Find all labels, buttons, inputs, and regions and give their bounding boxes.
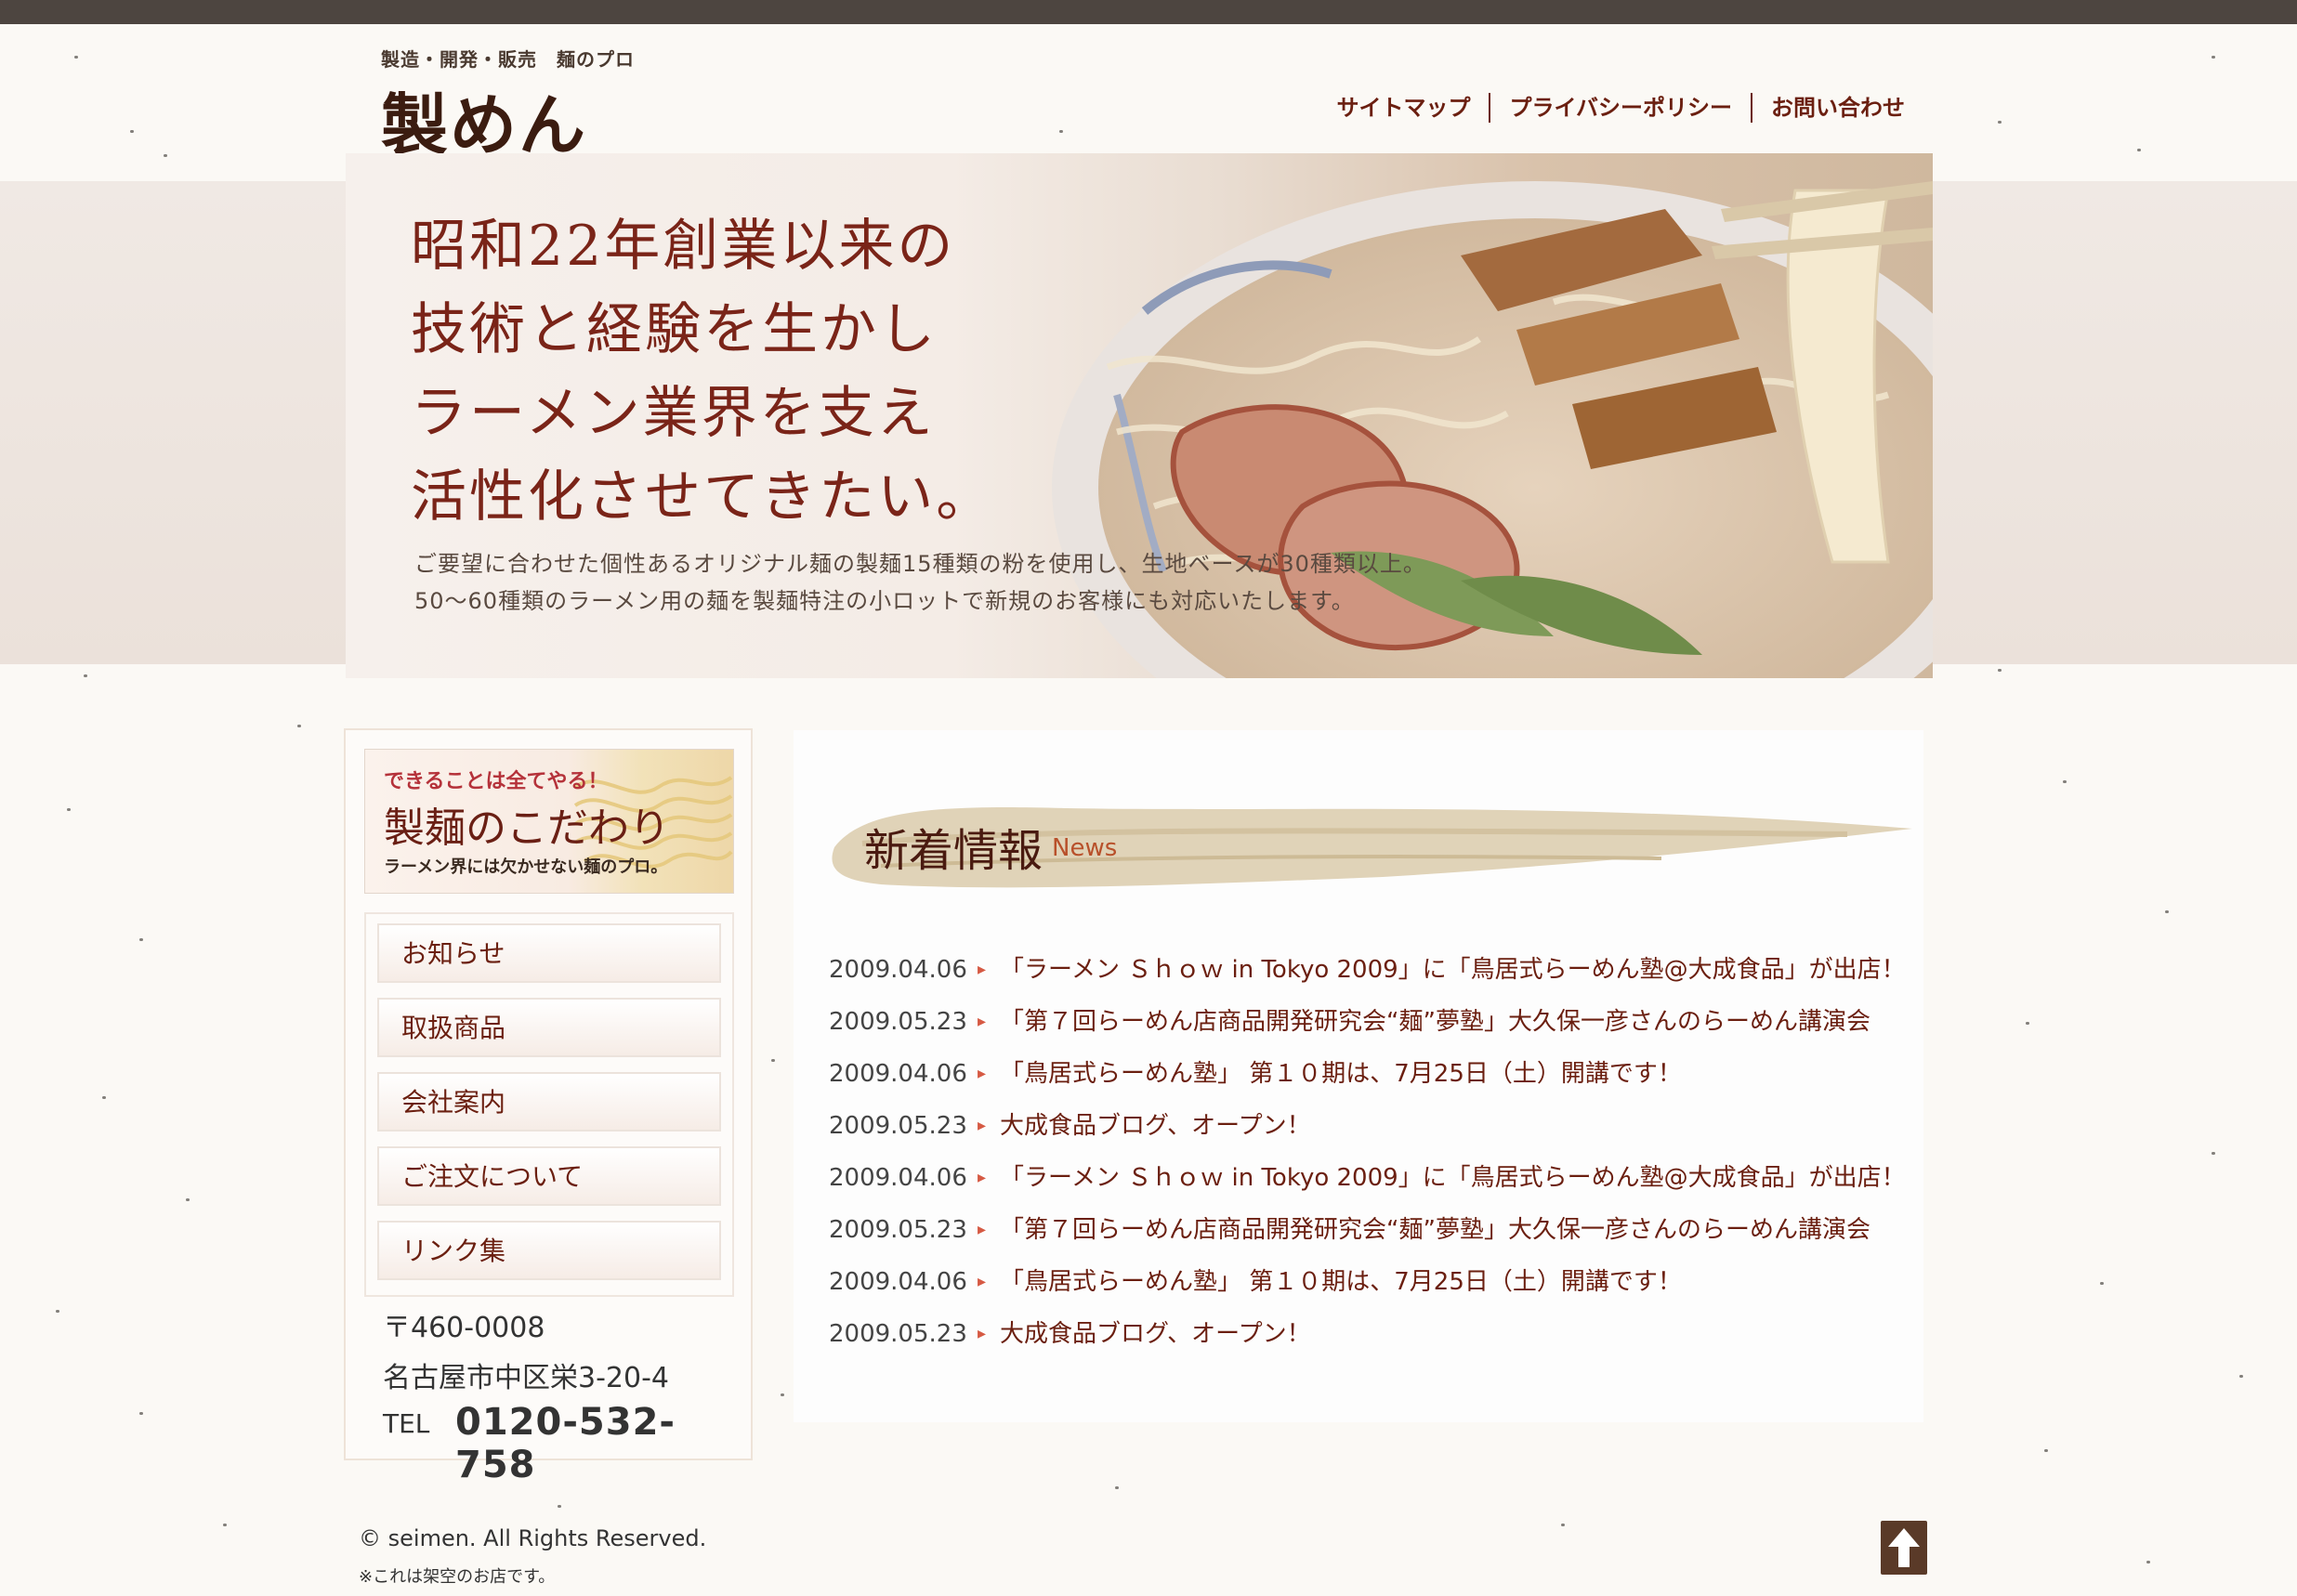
news-link[interactable]: 大成食品ブログ、オープン！	[1000, 1315, 1311, 1353]
site-header: 製造・開発・販売 麺のプロ 製めん サイトマップ プライバシーポリシー お問い合…	[344, 37, 1923, 164]
triangle-right-icon: ▸	[978, 1116, 987, 1135]
utility-nav: サイトマップ プライバシーポリシー お問い合わせ	[1318, 93, 1923, 123]
triangle-right-icon: ▸	[978, 960, 987, 979]
news-link[interactable]: 「ラーメン Ｓｈｏｗ in Tokyo 2009」に「鳥居式らーめん塾@大成食品…	[1000, 951, 1906, 988]
back-to-top-button[interactable]	[1881, 1521, 1927, 1575]
kodawari-banner[interactable]: できることは全てやる！ 製麺のこだわり ラーメン界には欠かせない麺のプロ。	[364, 749, 734, 894]
hero-line: 活性化させてきたい。	[411, 464, 995, 530]
sidebar-item-links[interactable]: リンク集	[377, 1221, 721, 1280]
news-link[interactable]: 「鳥居式らーめん塾」 第１０期は、7月25日（土）開講です！	[1000, 1263, 1682, 1301]
news-date: 2009.04.06	[829, 1268, 967, 1296]
triangle-right-icon: ▸	[978, 1012, 987, 1031]
banner-kicker: できることは全てやる！	[384, 770, 609, 793]
sidebar-item-company[interactable]: 会社案内	[377, 1072, 721, 1132]
nav-contact-link[interactable]: お問い合わせ	[1751, 93, 1923, 123]
hero-description-line: ご要望に合わせた個性あるオリジナル麺の製麺15種類の粉を使用し、生地ベースが30…	[414, 551, 1426, 577]
triangle-right-icon: ▸	[978, 1168, 987, 1187]
sidebar: できることは全てやる！ 製麺のこだわり ラーメン界には欠かせない麺のプロ。 お知…	[344, 728, 753, 1486]
news-heading-en: News	[1052, 834, 1118, 862]
triangle-right-icon: ▸	[978, 1324, 987, 1343]
copyright: © seimen. All Rights Reserved.	[359, 1525, 707, 1551]
hero-description: ご要望に合わせた個性あるオリジナル麺の製麺15種類の粉を使用し、生地ベースが30…	[414, 545, 1426, 620]
news-date: 2009.04.06	[829, 956, 967, 984]
banner-caption: ラーメン界には欠かせない麺のプロ。	[384, 857, 668, 877]
site-tagline: 製造・開発・販売 麺のプロ	[381, 48, 635, 71]
news-heading: 新着情報	[864, 825, 1043, 877]
tel-number[interactable]: 0120-532-758	[455, 1401, 751, 1486]
fictional-notice: ※これは架空のお店です。	[359, 1567, 556, 1587]
nav-privacy-link[interactable]: プライバシーポリシー	[1489, 93, 1751, 123]
sidebar-item-products[interactable]: 取扱商品	[377, 998, 721, 1057]
hero-line: ラーメン業界を支え	[411, 381, 936, 446]
news-section: 新着情報 News 2009.04.06 ▸ 「ラーメン Ｓｈｏｗ in Tok…	[794, 730, 1923, 1422]
news-link[interactable]: 「ラーメン Ｓｈｏｗ in Tokyo 2009」に「鳥居式らーめん塾@大成食品…	[1000, 1159, 1906, 1197]
hero-banner: 昭和22年創業以来の 技術と経験を生かし ラーメン業界を支え 活性化させてきたい…	[346, 153, 1933, 678]
news-date: 2009.05.23	[829, 1216, 967, 1244]
hero-description-line: 50〜60種類のラーメン用の麺を製麺特注の小ロットで新規のお客様にも対応いたしま…	[414, 588, 1355, 614]
news-date: 2009.04.06	[829, 1164, 967, 1192]
hero-line: 昭和22年創業以来の	[411, 214, 956, 279]
news-date: 2009.05.23	[829, 1112, 967, 1140]
hero-line: 技術と経験を生かし	[411, 297, 938, 362]
news-date: 2009.05.23	[829, 1320, 967, 1348]
news-date: 2009.04.06	[829, 1060, 967, 1088]
news-link[interactable]: 「鳥居式らーめん塾」 第１０期は、7月25日（土）開講です！	[1000, 1055, 1682, 1092]
triangle-right-icon: ▸	[978, 1064, 987, 1083]
news-date: 2009.05.23	[829, 1008, 967, 1036]
triangle-right-icon: ▸	[978, 1220, 987, 1239]
banner-title: 製麺のこだわり	[384, 805, 670, 852]
tel-label: TEL	[383, 1408, 430, 1439]
nav-sitemap-link[interactable]: サイトマップ	[1318, 93, 1489, 123]
sidebar-item-ordering[interactable]: ご注文について	[377, 1146, 721, 1206]
news-link[interactable]: 「第７回らーめん店商品開発研究会“麺”夢塾」大久保一彦さんのらーめん講演会	[1000, 1003, 1870, 1040]
news-link[interactable]: 「第７回らーめん店商品開発研究会“麺”夢塾」大久保一彦さんのらーめん講演会	[1000, 1211, 1870, 1249]
top-bar	[0, 0, 2297, 24]
sidebar-item-news[interactable]: お知らせ	[377, 923, 721, 983]
sidebar-menu: お知らせ 取扱商品 会社案内 ご注文について リンク集	[364, 912, 734, 1297]
news-link[interactable]: 大成食品ブログ、オープン！	[1000, 1107, 1311, 1145]
triangle-right-icon: ▸	[978, 1272, 987, 1291]
hero-headline: 昭和22年創業以来の 技術と経験を生かし ラーメン業界を支え 活性化させてきたい…	[411, 204, 994, 539]
street-address: 名古屋市中区栄3-20-4	[383, 1362, 669, 1394]
arrow-up-icon	[1888, 1528, 1920, 1567]
postal-code: 〒460-0008	[383, 1312, 545, 1344]
